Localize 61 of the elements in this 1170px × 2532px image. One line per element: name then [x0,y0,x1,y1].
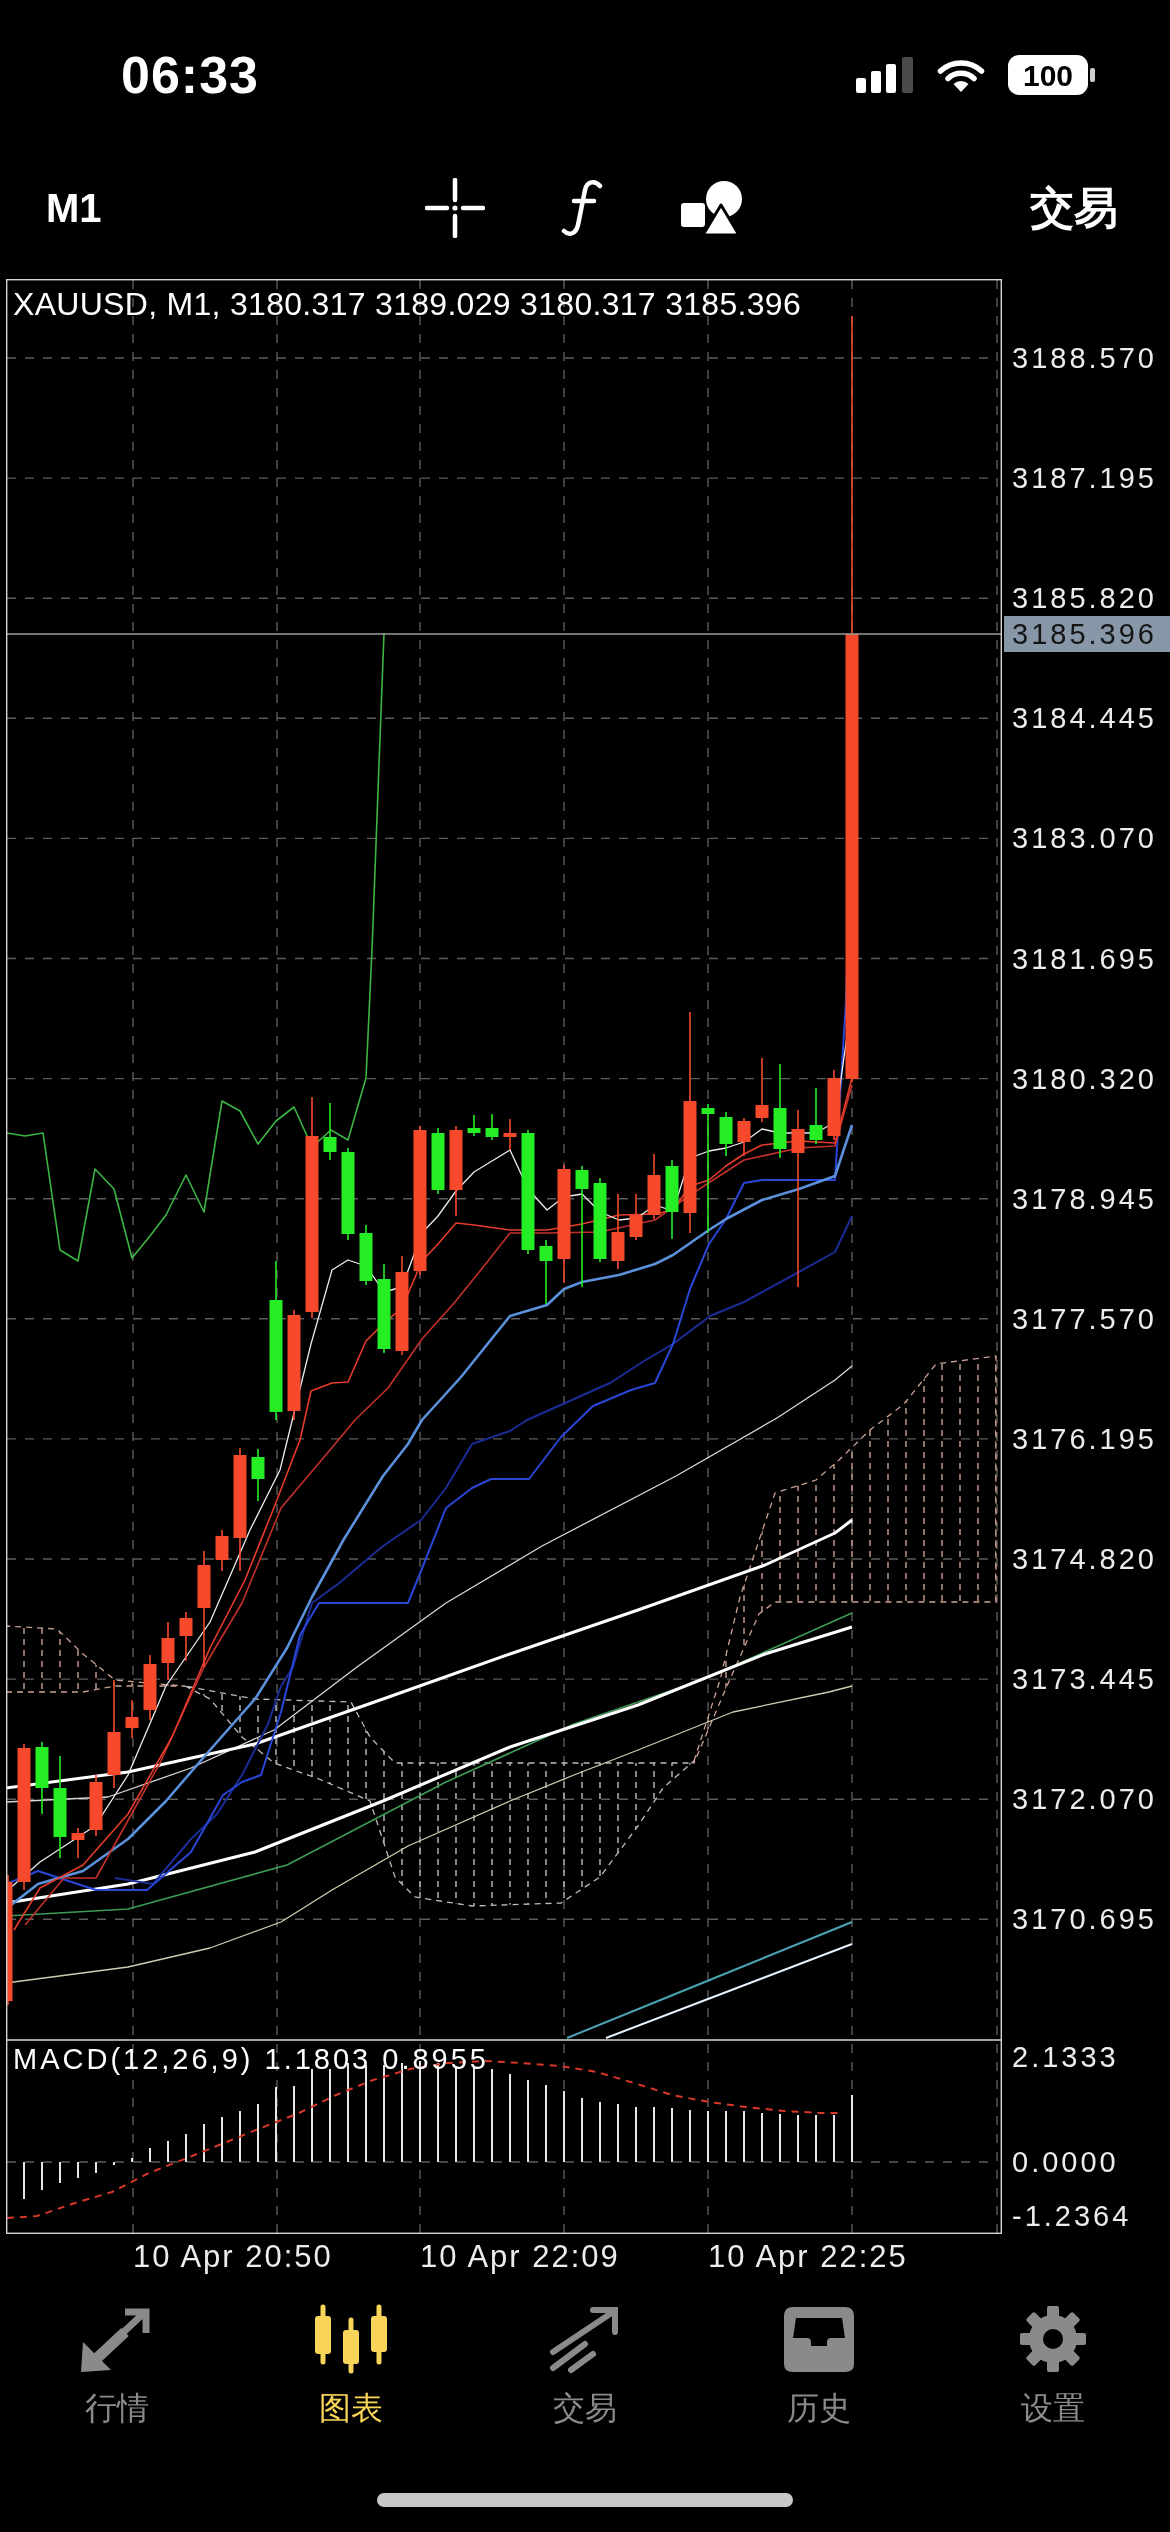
price-label: 3172.070 [1012,1782,1157,1818]
crosshair-icon[interactable] [425,177,485,238]
candle [251,1448,265,1502]
macd-scale-label: -1.2364 [1012,2199,1132,2234]
candle [485,1113,499,1141]
candle [161,1621,175,1681]
price-label: 3170.695 [1012,1902,1157,1938]
macd-scale-label: 2.1333 [1012,2040,1119,2075]
time-label: 10 Apr 22:09 [420,2239,620,2275]
price-label: 3180.320 [1012,1061,1157,1097]
candle [539,1239,553,1305]
candle [809,1087,823,1145]
candle [359,1224,373,1286]
chart-symbol-info: XAUUSD, M1, 3180.317 3189.029 3180.317 3185.396 [13,286,802,322]
candle [737,1117,751,1157]
shapes-icon[interactable] [681,178,745,237]
function-icon[interactable] [560,178,604,237]
timeframe-button[interactable]: M1 [46,183,108,232]
price-label: 3188.570 [1012,341,1157,376]
tab-button[interactable]: 设置 [936,2304,1170,2426]
current-price-label: 3185.396 [1004,616,1170,652]
candle [503,1118,517,1151]
candle [71,1827,85,1859]
candle [467,1114,481,1137]
wifi-icon [937,58,985,92]
settings-icon [1018,2304,1088,2374]
price-label: 3183.070 [1012,821,1157,857]
candle [143,1654,157,1721]
price-label: 3181.695 [1012,941,1157,977]
price-label: 3187.195 [1012,461,1157,497]
price-label: 3176.195 [1012,1421,1157,1457]
trade-button[interactable]: 交易 [1030,181,1118,234]
price-label: 3184.445 [1012,701,1157,737]
macd-scale-label: 0.0000 [1012,2145,1119,2180]
tab-button[interactable]: 行情 [0,2304,234,2426]
status-time: 06:33 [121,45,259,105]
candle [323,1102,337,1161]
price-label: 3185.820 [1012,581,1157,617]
candle [125,1699,139,1739]
price-label: 3177.570 [1012,1301,1157,1337]
candle [215,1529,229,1572]
time-label: 10 Apr 20:50 [133,2239,333,2275]
tab-button[interactable]: 图表 [234,2304,468,2426]
time-label: 10 Apr 22:25 [708,2239,908,2275]
battery-indicator: 100 [1008,55,1095,95]
price-label: 3178.945 [1012,1181,1157,1217]
tab-button[interactable]: 历史 [702,2304,936,2426]
price-label: 3173.445 [1012,1662,1157,1698]
inbox-icon [781,2304,857,2374]
candle [827,1069,841,1141]
candle [179,1611,193,1662]
macd-indicator-label: MACD(12,26,9) 1.1803 0.8955 [13,2042,489,2077]
price-label: 3174.820 [1012,1542,1157,1577]
candle [89,1774,103,1837]
signal-icon [856,57,914,93]
candle [647,1153,661,1220]
tab-button[interactable]: 交易 [468,2304,702,2426]
candle [719,1111,733,1157]
candle [755,1057,769,1123]
candle [431,1127,445,1195]
candle [629,1193,643,1241]
